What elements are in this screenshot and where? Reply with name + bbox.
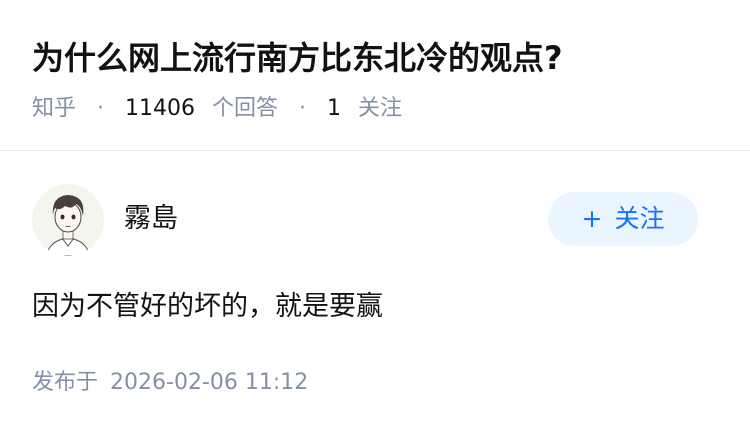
avatar[interactable] [32,184,104,256]
answer-content[interactable]: 因为不管好的坏的，就是要赢 [32,288,383,326]
plus-icon: + [581,204,603,233]
question-meta: 知乎 · 11406 个回答 · 1 关注 [32,94,402,124]
meta-separator: · [299,96,307,121]
source-label[interactable]: 知乎 [32,96,76,121]
publish-label: 发布于 [32,370,99,395]
followers-count: 1 [327,96,342,121]
author-name[interactable]: 霧島 [124,201,178,237]
answer-card: 霧島 + 关注 因为不管好的坏的，就是要赢 发布于 2026-02-06 11:12 [0,151,750,434]
question-title[interactable]: 为什么网上流行南方比东北冷的观点? [32,36,563,80]
meta-separator: · [97,96,105,121]
avatar-cartoon-boy-icon [32,184,104,256]
answer-time: 发布于 2026-02-06 11:12 [32,368,308,398]
publish-timestamp: 2026-02-06 11:12 [110,370,309,395]
followers-label: 关注 [358,96,403,121]
question-header: 为什么网上流行南方比东北冷的观点? 知乎 · 11406 个回答 · 1 关注 [0,0,750,151]
answers-label: 个回答 [212,96,279,121]
follow-button[interactable]: + 关注 [548,192,698,246]
answer-page: 为什么网上流行南方比东北冷的观点? 知乎 · 11406 个回答 · 1 关注 [0,0,750,434]
follow-button-label: 关注 [614,204,665,233]
answers-count: 11406 [125,96,196,121]
